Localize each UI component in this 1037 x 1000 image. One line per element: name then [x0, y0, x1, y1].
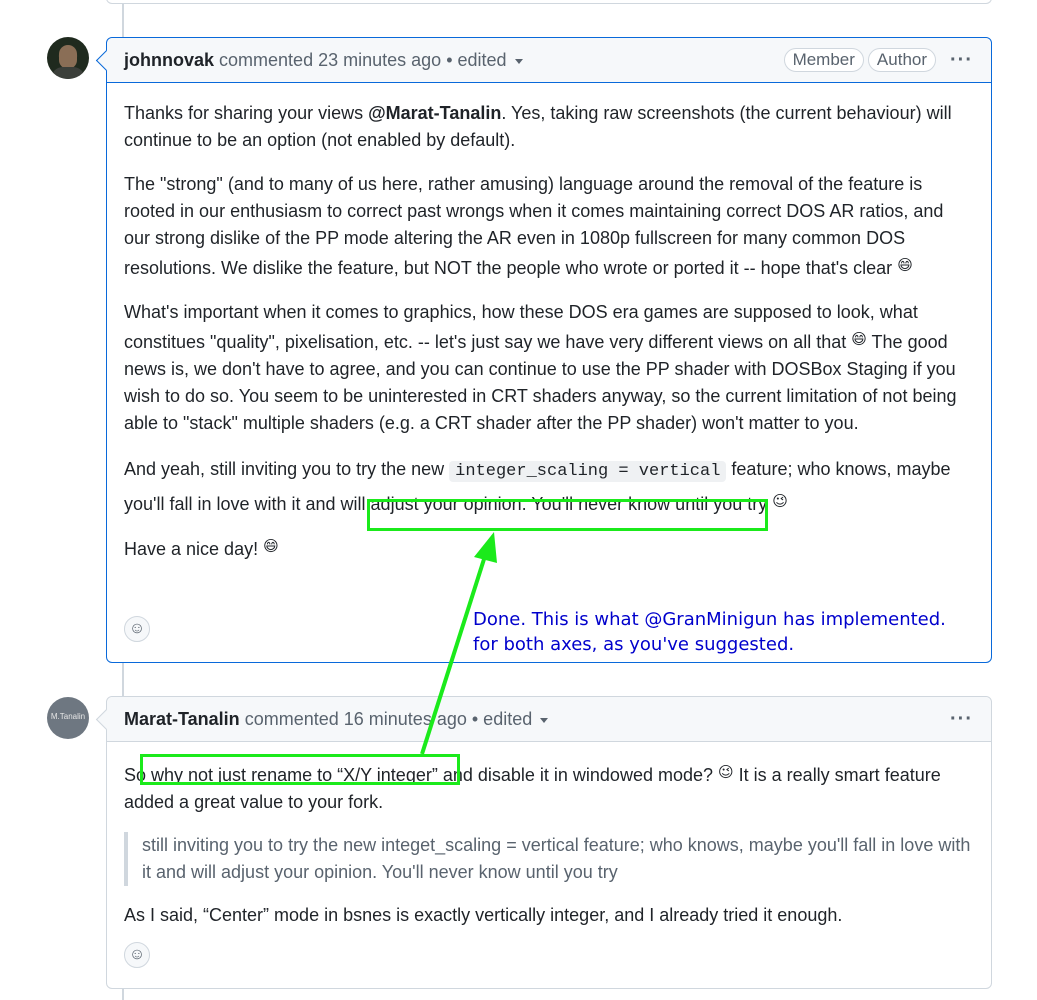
comment-timestamp[interactable]: 16 minutes ago — [344, 709, 467, 729]
comment-header: johnnovak commented 23 minutes ago • edi… — [107, 38, 991, 83]
comment-author[interactable]: johnnovak — [124, 50, 214, 70]
avatar-text: M.Tanalin — [50, 712, 86, 721]
kebab-menu-icon[interactable]: ··· — [950, 697, 973, 741]
previous-comment-edge — [106, 0, 992, 4]
highlight-box-xy-integer — [140, 754, 460, 785]
edited-label: • edited — [446, 50, 507, 70]
edited-dropdown[interactable]: • edited — [471, 709, 549, 729]
inline-code: integer_scaling = vertical — [449, 461, 727, 482]
comment-paragraph: Have a nice day! 😄 — [124, 533, 974, 563]
comment-marat-tanalin: Marat-Tanalin commented 16 minutes ago •… — [95, 696, 992, 989]
comment-header: Marat-Tanalin commented 16 minutes ago •… — [107, 697, 991, 742]
smiley-icon: ☺ — [128, 946, 146, 963]
comment-author[interactable]: Marat-Tanalin — [124, 709, 240, 729]
comment-action: commented — [219, 50, 314, 70]
user-mention[interactable]: @Marat-Tanalin — [368, 103, 501, 123]
add-reaction-button[interactable]: ☺ — [124, 616, 150, 642]
edited-dropdown[interactable]: • edited — [446, 50, 523, 70]
avatar-marat-tanalin[interactable]: M.Tanalin — [47, 697, 89, 739]
comment-paragraph: What's important when it comes to graphi… — [124, 302, 957, 433]
grin-emoji-icon: 😄 — [263, 538, 279, 555]
grin-emoji-icon: 😄 — [897, 257, 913, 274]
kebab-menu-icon[interactable]: ··· — [950, 38, 973, 82]
comment-paragraph: The "strong" (and to many of us here, ra… — [124, 174, 944, 278]
grin-emoji-icon: 😄 — [851, 331, 867, 348]
annotation-line-2: for both axes, as you've suggested. — [473, 634, 795, 655]
comment-paragraph: As I said, “Center” mode in bsnes is exa… — [124, 905, 843, 925]
blockquote: still inviting you to try the new intege… — [124, 832, 974, 886]
wink-emoji-icon: 😉 — [772, 493, 788, 510]
add-reaction-button[interactable]: ☺ — [124, 942, 150, 968]
comment-johnnovak: johnnovak commented 23 minutes ago • edi… — [95, 37, 992, 663]
annotation-note: Done. This is what @GranMinigun has impl… — [473, 607, 946, 657]
chevron-down-icon — [540, 717, 549, 723]
chevron-down-icon — [514, 58, 523, 64]
avatar-johnnovak[interactable] — [47, 37, 89, 79]
comment-timestamp[interactable]: 23 minutes ago — [318, 50, 441, 70]
annotation-line-1: Done. This is what @GranMinigun has impl… — [473, 609, 946, 630]
wink-emoji-icon: 😉 — [718, 764, 734, 781]
author-badge: Author — [867, 48, 937, 72]
member-badge: Member — [783, 48, 864, 72]
comment-paragraph: Thanks for sharing your views @Marat-Tan… — [124, 103, 952, 150]
comment-action: commented — [244, 709, 339, 729]
smiley-icon: ☺ — [128, 620, 146, 637]
highlight-box-integer-scaling — [367, 499, 768, 531]
edited-label: • edited — [471, 709, 533, 729]
